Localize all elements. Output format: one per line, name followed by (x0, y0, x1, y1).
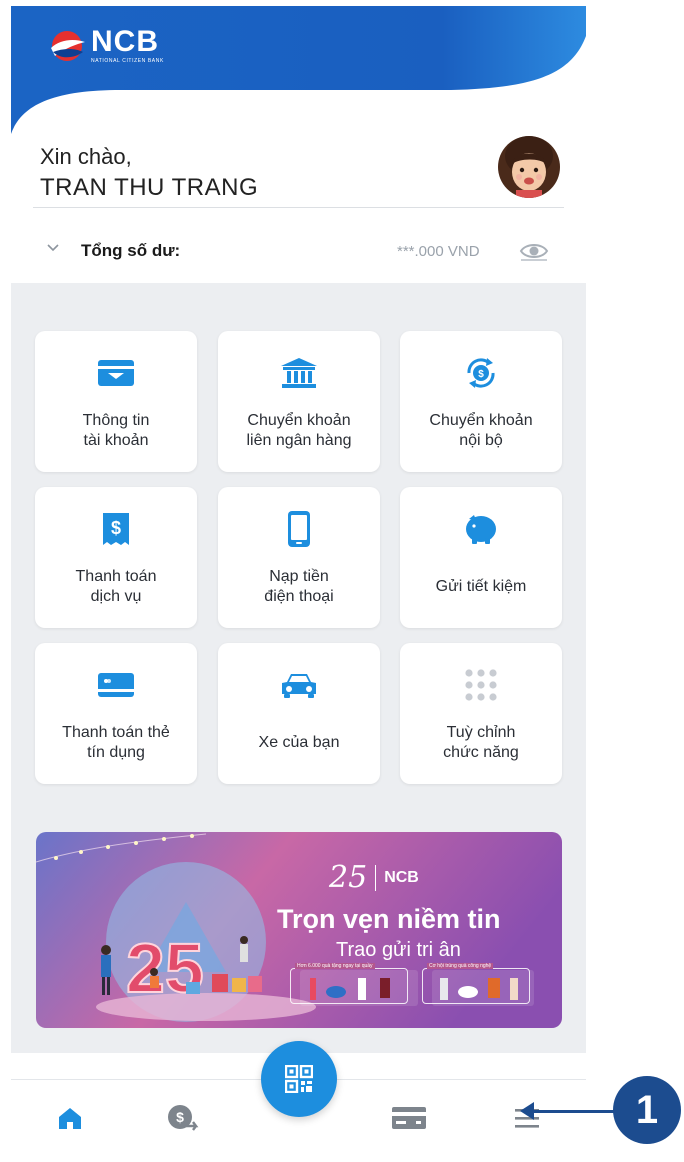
nav-cards[interactable] (389, 1098, 429, 1138)
app-screen: NCB NATIONAL CITIZEN BANK Xin chào, TRAN… (11, 6, 586, 1162)
grid-dots-icon (465, 669, 497, 701)
promo-box-tech: Cơ hội trúng quà công nghệ (422, 963, 530, 1004)
svg-text:25: 25 (126, 929, 204, 1007)
home-icon (59, 1108, 81, 1129)
callout-line (528, 1110, 618, 1113)
internal-transfer-icon: $ (467, 358, 495, 388)
tile-label: Nạp tiền điện thoại (264, 568, 334, 605)
bill-payment-icon: $ (103, 513, 129, 545)
banner-subtitle: Trao gửi tri ân (336, 939, 461, 961)
banner-brand-name: NCB (384, 868, 419, 886)
account-info-icon (98, 360, 134, 386)
tile-label: Thông tin tài khoản (82, 412, 150, 449)
promo-box-gifts: Hơn 6.000 quà tặng ngay tại quầy (290, 963, 408, 1004)
eye-icon[interactable] (519, 239, 549, 263)
bank-icon (281, 358, 317, 388)
avatar-photo (498, 136, 560, 198)
money-transfer-icon: $ (168, 1105, 199, 1131)
banner-brand: 25 NCB (329, 860, 419, 895)
tile-savings-deposit[interactable]: Gửi tiết kiệm (400, 487, 562, 628)
brand-tagline: NATIONAL CITIZEN BANK (91, 58, 164, 64)
tile-phone-topup[interactable]: Nạp tiền điện thoại (218, 487, 380, 628)
ncb-logo-icon (51, 31, 85, 61)
tile-label: Gửi tiết kiệm (435, 578, 527, 595)
greeting-hello: Xin chào, (40, 144, 132, 169)
tile-label: Tuỳ chỉnh chức năng (443, 724, 519, 761)
avatar[interactable] (498, 136, 560, 198)
balance-label: Tổng số dư: (81, 241, 181, 260)
chevron-down-icon[interactable] (45, 240, 61, 256)
qr-scan-button[interactable] (261, 1041, 337, 1117)
tile-interbank-transfer[interactable]: Chuyển khoản liên ngân hàng (218, 331, 380, 472)
greeting: Xin chào, TRAN THU TRANG (40, 144, 258, 202)
balance-value: ***.000 VND (397, 243, 480, 260)
balance-row[interactable]: Tổng số dư: ***.000 VND (33, 231, 564, 271)
tile-account-info[interactable]: Thông tin tài khoản (35, 331, 197, 472)
tile-label: Chuyển khoản liên ngân hàng (246, 412, 352, 449)
tile-label: Chuyển khoản nội bộ (429, 412, 533, 449)
banner-separator (375, 864, 377, 891)
divider (33, 207, 564, 208)
tile-label: Thanh toán dịch vụ (75, 568, 157, 605)
tile-customize-functions[interactable]: Tuỳ chỉnh chức năng (400, 643, 562, 784)
callout-arrow-icon (520, 1102, 534, 1120)
tile-label: Xe của bạn (258, 734, 340, 751)
card-icon (392, 1107, 426, 1129)
tile-your-car[interactable]: Xe của bạn (218, 643, 380, 784)
credit-card-icon (98, 673, 134, 697)
piggy-bank-icon (466, 515, 496, 544)
tile-internal-transfer[interactable]: $ Chuyển khoản nội bộ (400, 331, 562, 472)
promo-banner[interactable]: 25 25 NCB Trọn vẹn niềm tin Trao gửi tri… (36, 832, 562, 1028)
banner-title: Trọn vẹn niềm tin (277, 904, 501, 934)
svg-text:$: $ (176, 1109, 184, 1125)
ncb-logo: NCB NATIONAL CITIZEN BANK (47, 26, 164, 66)
user-name: TRAN THU TRANG (40, 174, 259, 201)
svg-text:$: $ (478, 369, 484, 380)
tile-bill-payment[interactable]: $ Thanh toán dịch vụ (35, 487, 197, 628)
banner-anniversary: 25 (329, 860, 368, 895)
tile-credit-card-payment[interactable]: Thanh toán thẻ tín dụng (35, 643, 197, 784)
brand-name: NCB (91, 25, 159, 58)
promo-caption: Cơ hội trúng quà công nghệ (427, 963, 494, 969)
phone-topup-icon (288, 511, 310, 547)
nav-transfer[interactable]: $ (163, 1098, 203, 1138)
qr-code-icon (285, 1065, 313, 1093)
svg-text:$: $ (111, 518, 121, 538)
nav-home[interactable] (50, 1098, 90, 1138)
car-icon (282, 674, 316, 698)
tile-label: Thanh toán thẻ tín dụng (62, 724, 170, 761)
promo-caption: Hơn 6.000 quà tặng ngay tại quầy (295, 963, 375, 969)
callout-badge: 1 (613, 1076, 681, 1144)
